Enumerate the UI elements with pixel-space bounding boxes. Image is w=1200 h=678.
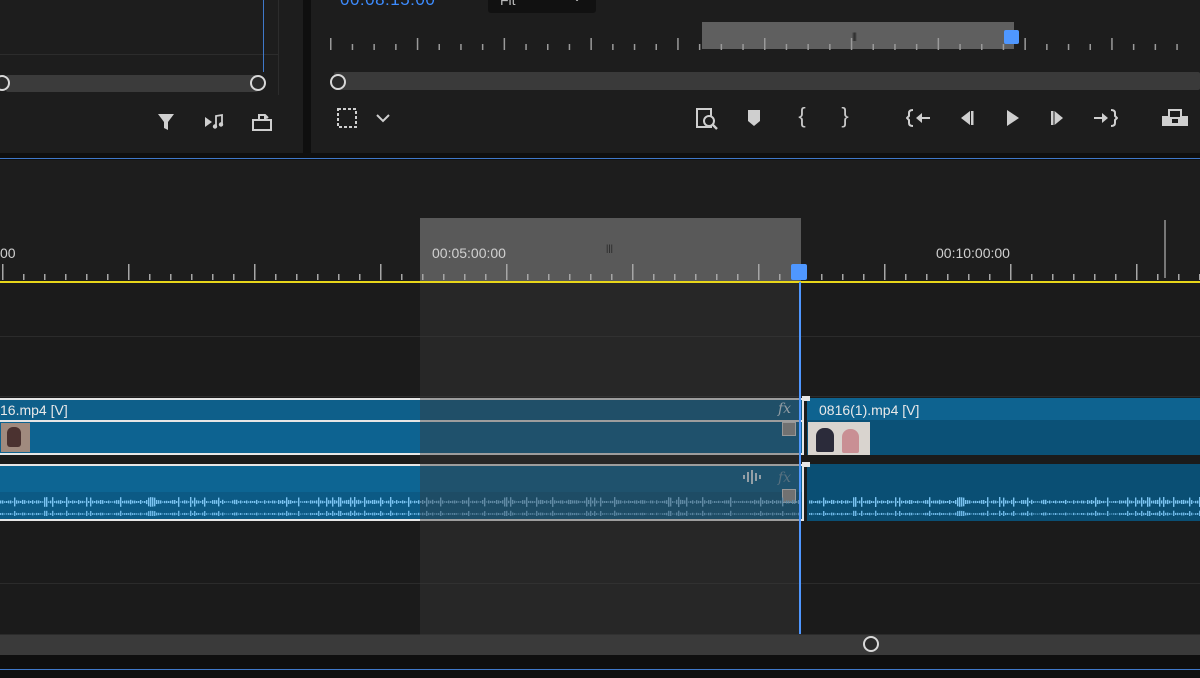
ruler-label-5min: 00:05:00:00 [432, 245, 506, 261]
timeline-playhead-line[interactable] [799, 282, 801, 634]
safe-margins-icon[interactable] [334, 107, 360, 129]
program-playhead[interactable] [1004, 30, 1019, 44]
source-scroll-handle-right[interactable] [250, 75, 266, 91]
timeline-scroll-handle[interactable] [863, 636, 879, 652]
export-frame-icon[interactable] [1160, 107, 1188, 129]
export-frame-icon[interactable] [249, 111, 275, 133]
play-icon[interactable] [999, 107, 1025, 129]
program-time-ruler[interactable] [328, 32, 1200, 54]
fit-select-label: Fit [500, 0, 516, 8]
timeline-playhead[interactable] [791, 264, 807, 280]
mark-out-icon[interactable]: } [832, 105, 858, 127]
audio-waveform-2 [809, 497, 1200, 516]
zoom-icon[interactable] [694, 107, 720, 130]
panel-bottom-edge [0, 669, 1200, 670]
filter-icon[interactable] [153, 111, 179, 133]
clip-edge-handle[interactable] [802, 396, 810, 401]
marker-icon[interactable] [741, 107, 767, 129]
program-scroll-handle[interactable] [330, 74, 346, 90]
ruler-label-10min: 00:10:00:00 [936, 245, 1010, 261]
insert-audio-icon[interactable] [201, 111, 227, 133]
chevron-down-icon[interactable] [370, 107, 396, 129]
timeline-zoom-scrollbar[interactable] [0, 635, 1200, 655]
timeline-ruler-ticks [2, 264, 1200, 280]
panel-divider [0, 158, 1200, 159]
range-grip-icon: ||| [606, 243, 614, 253]
work-area-shade [420, 283, 801, 635]
clip-edge-handle[interactable] [802, 462, 810, 467]
fit-zoom-select[interactable]: Fit ⌄ [488, 0, 596, 13]
source-zoom-scrollbar[interactable] [6, 75, 258, 92]
source-viewer-edge [278, 0, 279, 95]
go-to-in-icon[interactable] [905, 107, 932, 129]
mark-in-icon[interactable]: { [789, 105, 815, 127]
step-forward-icon[interactable] [1045, 107, 1071, 129]
source-monitor-viewer [0, 0, 278, 55]
program-zoom-scrollbar[interactable] [334, 72, 1200, 90]
ruler-label-start: 00 [0, 245, 16, 261]
source-playhead-line [263, 0, 264, 72]
program-timecode[interactable]: 00:08:15:00 [340, 0, 435, 10]
clip-thumbnail [808, 422, 870, 455]
chevron-down-icon: ⌄ [572, 0, 582, 4]
clip-thumbnail [1, 423, 30, 452]
video-clip-1-label: 16.mp4 [V] [0, 402, 68, 418]
step-back-icon[interactable] [953, 107, 979, 129]
timeline-header [0, 160, 1200, 218]
video-clip-2-label: 0816(1).mp4 [V] [819, 402, 920, 418]
go-to-out-icon[interactable] [1092, 107, 1119, 129]
ruler-edge-marker [1164, 220, 1166, 278]
